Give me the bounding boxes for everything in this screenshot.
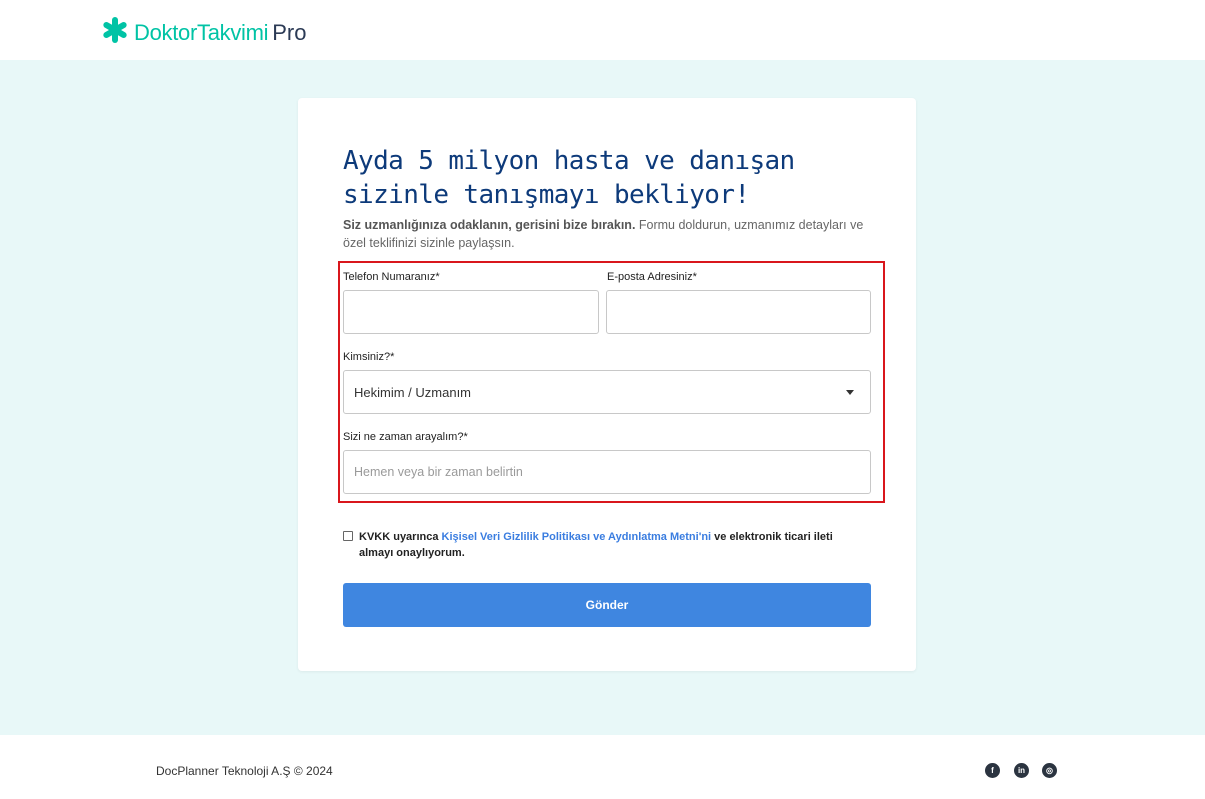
role-selected: Hekimim / Uzmanım — [354, 385, 472, 400]
header: DoktorTakvimi Pro — [0, 0, 1205, 60]
signup-card: Ayda 5 milyon hasta ve danışan sizinle t… — [298, 98, 916, 671]
phone-input[interactable] — [343, 290, 599, 334]
email-input[interactable] — [606, 290, 871, 334]
call-time-input[interactable]: Hemen veya bir zaman belirtin — [343, 450, 871, 494]
email-label: E-posta Adresiniz* — [607, 271, 697, 283]
role-select[interactable]: Hekimim / Uzmanım — [343, 370, 871, 414]
instagram-icon[interactable]: ◎ — [1042, 763, 1057, 778]
consent-text: KVKK uyarınca Kişisel Veri Gizlilik Poli… — [359, 529, 859, 561]
consent-checkbox[interactable] — [343, 531, 353, 541]
form-subtitle: Siz uzmanlığınıza odaklanın, gerisini bi… — [343, 216, 868, 252]
linkedin-icon[interactable]: in — [1014, 763, 1029, 778]
brand-suffix: Pro — [272, 19, 307, 45]
star-logo-icon — [100, 15, 130, 50]
role-label: Kimsiniz?* — [343, 351, 395, 363]
caret-down-icon — [846, 390, 854, 395]
footer: DocPlanner Teknoloji A.Ş © 2024 f in ◎ — [0, 735, 1205, 799]
call-time-label: Sizi ne zaman arayalım?* — [343, 431, 468, 443]
submit-button[interactable]: Gönder — [343, 583, 871, 627]
privacy-policy-link[interactable]: Kişisel Veri Gizlilik Politikası ve Aydı… — [442, 531, 712, 543]
call-time-placeholder: Hemen veya bir zaman belirtin — [354, 465, 523, 479]
brand-name: DoktorTakvimi — [134, 19, 269, 45]
logo[interactable]: DoktorTakvimi Pro — [100, 15, 306, 50]
form-title: Ayda 5 milyon hasta ve danışan sizinle t… — [343, 146, 795, 210]
copyright: DocPlanner Teknoloji A.Ş © 2024 — [156, 764, 333, 778]
facebook-icon[interactable]: f — [985, 763, 1000, 778]
phone-label: Telefon Numaranız* — [343, 271, 440, 283]
form-subtitle-bold: Siz uzmanlığınıza odaklanın, gerisini bi… — [343, 218, 636, 232]
consent-prefix: KVKK uyarınca — [359, 531, 442, 543]
